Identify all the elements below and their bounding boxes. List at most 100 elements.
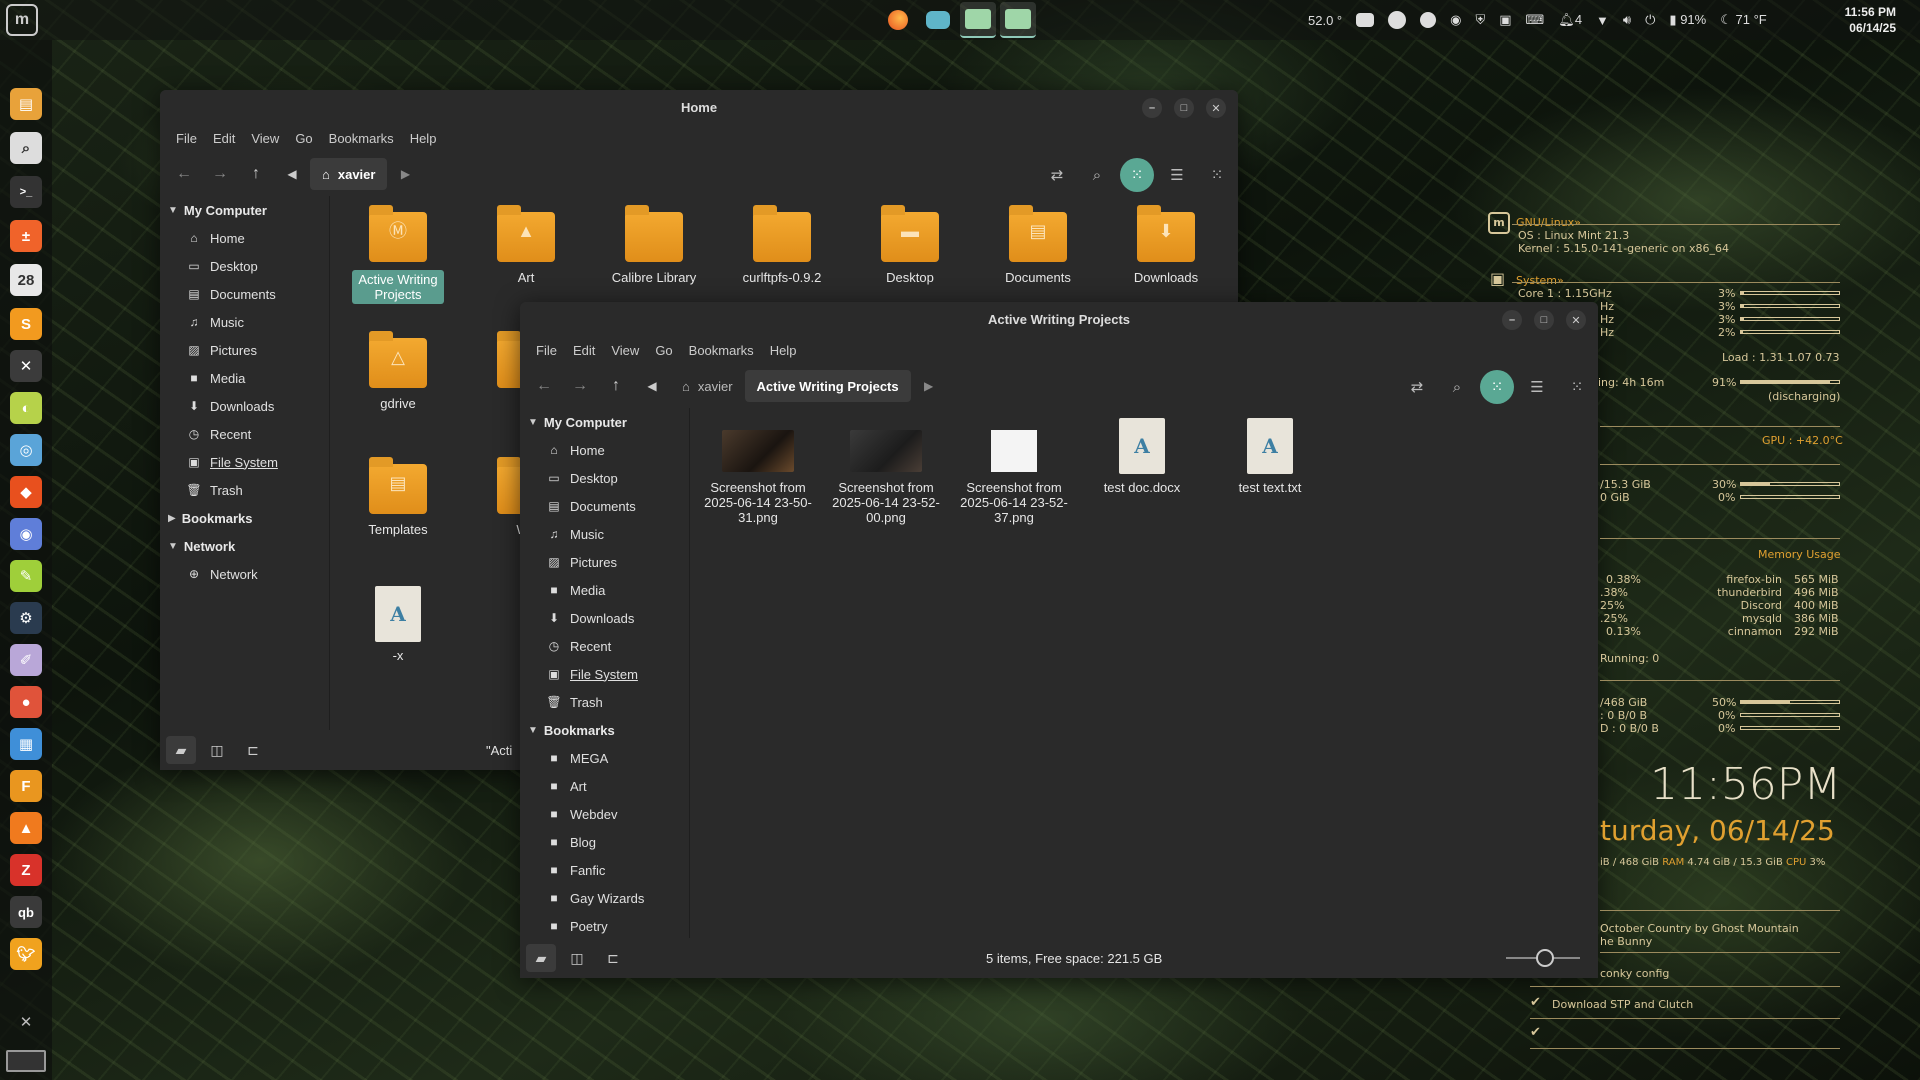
- sidebar-item-desktop[interactable]: ▭ Desktop: [160, 252, 329, 280]
- app-launcher-icon-2[interactable]: ◎: [10, 434, 42, 466]
- up-button[interactable]: ↑: [238, 158, 274, 190]
- crumb-left-arrow[interactable]: ◀: [634, 370, 670, 402]
- sidebar-item-file-system[interactable]: ▣ File System: [520, 660, 689, 688]
- show-treeview-button[interactable]: ◫: [202, 736, 232, 764]
- app-launcher-icon-4[interactable]: ✐: [10, 644, 42, 676]
- taskbar-discord-icon[interactable]: [920, 2, 956, 38]
- menu-view[interactable]: View: [243, 131, 287, 146]
- taskbar-files-window-2-icon[interactable]: [1000, 2, 1036, 38]
- folder-item[interactable]: curlftpfs-0.9.2: [723, 205, 841, 285]
- menu-edit[interactable]: Edit: [565, 343, 603, 358]
- toggle-location-button[interactable]: ⇄: [1400, 370, 1434, 404]
- app-launcher-icon-6[interactable]: ▦: [10, 728, 42, 760]
- sidebar-item-media[interactable]: ■ Media: [160, 364, 329, 392]
- menu-help[interactable]: Help: [762, 343, 805, 358]
- mega-tray-icon[interactable]: [1420, 12, 1437, 28]
- taskbar-files-icon[interactable]: [960, 2, 996, 38]
- bookmark-item-poetry[interactable]: ■ Poetry: [520, 912, 689, 938]
- folder-item[interactable]: Ⓜ Active Writing Projects: [339, 205, 457, 304]
- app-launcher-icon-5[interactable]: ●: [10, 686, 42, 718]
- vlc-launcher-icon[interactable]: ▲: [10, 812, 42, 844]
- taskbar-firefox-icon[interactable]: [880, 2, 916, 38]
- image-file-item[interactable]: Screenshot from 2025-06-14 23-50-31.png: [699, 424, 817, 525]
- menu-edit[interactable]: Edit: [205, 131, 243, 146]
- show-places-button[interactable]: ▰: [166, 736, 196, 764]
- list-view-button[interactable]: ☰: [1520, 370, 1554, 404]
- keyboard-tray-icon[interactable]: ⌨: [1526, 12, 1545, 28]
- breadcrumb-home[interactable]: ⌂ xavier: [670, 370, 745, 402]
- menu-go[interactable]: Go: [647, 343, 680, 358]
- sidebar-item-trash[interactable]: 🗑︎ Trash: [160, 476, 329, 504]
- zoom-slider-handle[interactable]: [1536, 949, 1554, 967]
- compact-view-button[interactable]: ⁙: [1200, 158, 1234, 192]
- mint-menu-icon[interactable]: m: [6, 4, 38, 36]
- notifications-tray-icon[interactable]: 🔔︎4: [1558, 12, 1582, 28]
- sidebar-item-downloads[interactable]: ⬇ Downloads: [520, 604, 689, 632]
- crumb-left-arrow[interactable]: ◀: [274, 158, 310, 190]
- sidebar-section-my-computer[interactable]: ▼ My Computer: [520, 408, 689, 436]
- sidebar-item-downloads[interactable]: ⬇ Downloads: [160, 392, 329, 420]
- sidebar-item-network[interactable]: ⊕ Network: [160, 560, 329, 588]
- shield-tray-icon[interactable]: ⛨: [1475, 12, 1485, 28]
- battery-indicator[interactable]: ▮ 91%: [1669, 12, 1706, 28]
- volume-icon[interactable]: 🔊︎: [1623, 12, 1631, 28]
- toggle-location-button[interactable]: ⇄: [1040, 158, 1074, 192]
- hide-sidebar-button[interactable]: ⊏: [238, 736, 268, 764]
- qbittorrent-launcher-icon[interactable]: qb: [10, 896, 42, 928]
- menu-file[interactable]: File: [168, 131, 205, 146]
- search-launcher-icon[interactable]: ⌕: [10, 132, 42, 164]
- app-launcher-icon-1[interactable]: ◐: [10, 392, 42, 424]
- sidebar-item-pictures[interactable]: ▨ Pictures: [160, 336, 329, 364]
- breadcrumb-current[interactable]: Active Writing Projects: [744, 370, 911, 402]
- maximize-button[interactable]: □: [1174, 98, 1194, 118]
- sidebar-section-bookmarks[interactable]: ▶ Bookmarks: [160, 504, 329, 532]
- show-treeview-button[interactable]: ◫: [562, 944, 592, 972]
- app-launcher-icon-3[interactable]: ✎: [10, 560, 42, 592]
- window-tray-icon[interactable]: ▣: [1499, 12, 1511, 28]
- forward-button[interactable]: →: [562, 370, 598, 402]
- calendar-launcher-icon[interactable]: 28: [10, 264, 42, 296]
- folder-item[interactable]: ▬ Desktop: [851, 205, 969, 285]
- folder-item[interactable]: △ gdrive: [339, 331, 457, 411]
- menu-help[interactable]: Help: [402, 131, 445, 146]
- text-file-item[interactable]: Atest text.txt: [1211, 418, 1329, 495]
- tools-launcher-icon[interactable]: ✕: [10, 350, 42, 382]
- weather-indicator[interactable]: ☾ 71 °F: [1720, 12, 1767, 28]
- bookmark-item-blog[interactable]: ■ Blog: [520, 828, 689, 856]
- file-view[interactable]: Screenshot from 2025-06-14 23-50-31.png …: [691, 408, 1598, 938]
- wifi-icon[interactable]: ▼: [1596, 13, 1609, 28]
- menu-bookmarks[interactable]: Bookmarks: [681, 343, 762, 358]
- sidebar-section-bookmarks[interactable]: ▼ Bookmarks: [520, 716, 689, 744]
- maximize-button[interactable]: □: [1534, 310, 1554, 330]
- sidebar-item-recent[interactable]: ◷ Recent: [520, 632, 689, 660]
- menu-view[interactable]: View: [603, 343, 647, 358]
- sidebar-item-media[interactable]: ■ Media: [520, 576, 689, 604]
- show-desktop-button[interactable]: [6, 1050, 46, 1072]
- folder-item[interactable]: Calibre Library: [595, 205, 713, 285]
- folder-item[interactable]: ⬇ Downloads: [1107, 205, 1225, 285]
- sidebar-section-my-computer[interactable]: ▼ My Computer: [160, 196, 329, 224]
- power-icon[interactable]: ⏻: [1645, 12, 1655, 28]
- sidebar-item-trash[interactable]: 🗑︎ Trash: [520, 688, 689, 716]
- sidebar-item-music[interactable]: ♫ Music: [160, 308, 329, 336]
- security-tray-icon[interactable]: ◉: [1450, 12, 1461, 28]
- zoom-slider[interactable]: [1506, 949, 1580, 967]
- folder-item[interactable]: ▲ Art: [467, 205, 585, 285]
- minimize-button[interactable]: –: [1502, 310, 1522, 330]
- bookmark-item-art[interactable]: ■ Art: [520, 772, 689, 800]
- image-file-item[interactable]: Screenshot from 2025-06-14 23-52-00.png: [827, 424, 945, 525]
- icon-view-button[interactable]: ⁙: [1120, 158, 1154, 192]
- discord-tray-icon[interactable]: [1356, 13, 1375, 27]
- discord-launcher-icon[interactable]: ◉: [10, 518, 42, 550]
- menu-bookmarks[interactable]: Bookmarks: [321, 131, 402, 146]
- sidebar-item-pictures[interactable]: ▨ Pictures: [520, 548, 689, 576]
- sidebar-item-home[interactable]: ⌂ Home: [160, 224, 329, 252]
- firefox-launcher-icon[interactable]: ◆: [10, 476, 42, 508]
- sidebar-section-network[interactable]: ▼ Network: [160, 532, 329, 560]
- bookmark-item-gay-wizards[interactable]: ■ Gay Wizards: [520, 884, 689, 912]
- minimize-button[interactable]: –: [1142, 98, 1162, 118]
- sidebar-item-documents[interactable]: ▤ Documents: [160, 280, 329, 308]
- sidebar-item-file-system[interactable]: ▣ File System: [160, 448, 329, 476]
- settings-launcher-icon[interactable]: ✕: [10, 1006, 42, 1038]
- list-view-button[interactable]: ☰: [1160, 158, 1194, 192]
